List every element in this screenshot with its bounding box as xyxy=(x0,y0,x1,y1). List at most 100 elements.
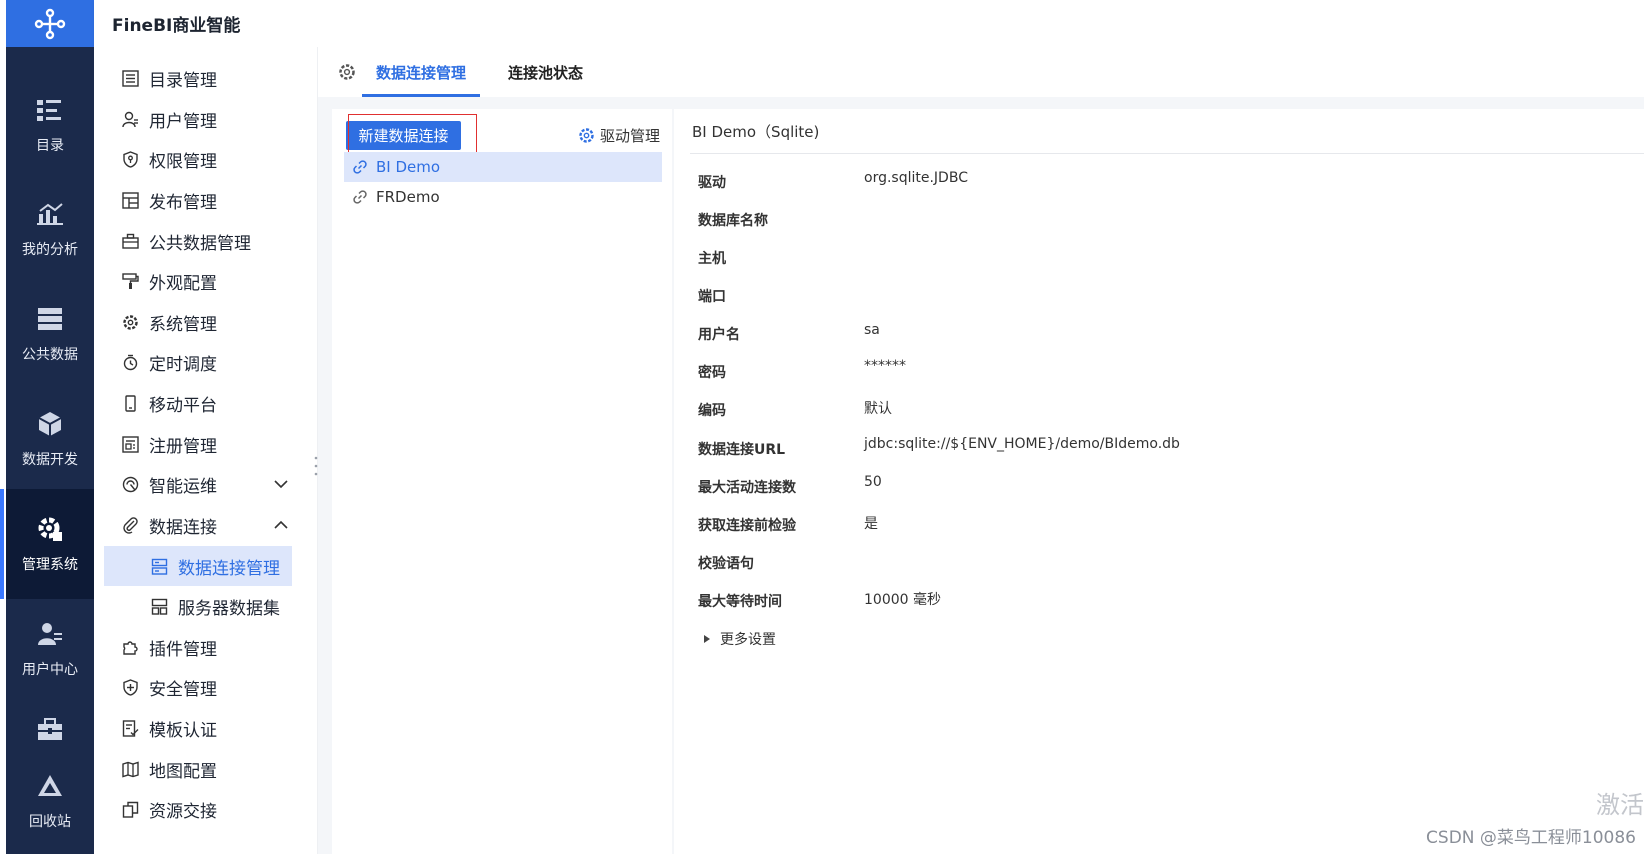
sidebar-item-label: 移动平台 xyxy=(149,395,217,416)
sidebar-item-label: 安全管理 xyxy=(149,679,217,700)
rail-item-recycle[interactable]: 回收站 xyxy=(6,748,94,854)
connection-item-bi-demo[interactable]: BI Demo xyxy=(344,152,662,182)
rail-label: 管理系统 xyxy=(22,557,78,573)
field-value-password: ****** xyxy=(864,358,906,374)
connection-item-frdemo[interactable]: FRDemo xyxy=(344,182,662,212)
gear-icon xyxy=(579,128,594,143)
sidebar-item-ops[interactable]: 智能运维 xyxy=(94,464,318,504)
tab-connection-manage[interactable]: 数据连接管理 xyxy=(362,47,481,97)
top-header: FineBI商业智能 xyxy=(94,0,1644,47)
sidebar-item-security[interactable]: 安全管理 xyxy=(94,667,318,707)
driver-manage-label: 驱动管理 xyxy=(599,127,660,145)
app-logo[interactable] xyxy=(6,0,94,47)
chevron-down-icon[interactable] xyxy=(274,477,288,491)
detail-title: BI Demo（Sqlite) xyxy=(692,123,820,141)
user-center-icon xyxy=(35,619,65,649)
shield-icon xyxy=(120,149,140,169)
sidebar-item-permission[interactable]: 权限管理 xyxy=(94,139,318,179)
register-icon xyxy=(120,434,140,454)
map-icon xyxy=(120,759,140,779)
analysis-icon xyxy=(35,199,65,229)
caret-right-icon xyxy=(704,635,710,643)
catalog-icon xyxy=(35,95,65,125)
rail-item-manage[interactable]: 管理系统 xyxy=(0,489,94,599)
server-icon xyxy=(149,556,169,576)
field-value-max-active: 50 xyxy=(864,474,882,490)
sidebar-item-user-manage[interactable]: 用户管理 xyxy=(94,99,318,139)
brush-icon xyxy=(120,271,140,291)
rail-item-user-center[interactable]: 用户中心 xyxy=(6,594,94,704)
sidebar-item-schedule[interactable]: 定时调度 xyxy=(94,342,318,382)
briefcase-icon xyxy=(120,231,140,251)
sidebar-item-label: 用户管理 xyxy=(149,111,217,132)
rail-label: 公共数据 xyxy=(22,347,78,363)
rail-label: 回收站 xyxy=(29,814,71,830)
field-value-max-wait: 10000 毫秒 xyxy=(864,592,941,608)
handover-icon xyxy=(120,799,140,819)
gear-icon xyxy=(339,64,355,80)
rail-item-catalog[interactable]: 目录 xyxy=(6,70,94,180)
link-icon xyxy=(353,160,367,174)
rail-item-analysis[interactable]: 我的分析 xyxy=(6,174,94,284)
sidebar-item-label: 智能运维 xyxy=(149,476,217,497)
field-value-encoding: 默认 xyxy=(864,401,892,417)
server-dataset-icon xyxy=(149,596,169,616)
more-settings-label: 更多设置 xyxy=(720,632,776,648)
sidebar-item-label: 发布管理 xyxy=(149,192,217,213)
field-label-validation-query: 校验语句 xyxy=(698,556,754,572)
sidebar-subitem-server-dataset[interactable]: 服务器数据集 xyxy=(104,586,292,626)
sidebar-item-publish[interactable]: 发布管理 xyxy=(94,180,318,220)
sidebar-item-public-data-manage[interactable]: 公共数据管理 xyxy=(94,221,318,261)
sidebar-item-label: 数据连接 xyxy=(149,517,217,538)
rail-label: 目录 xyxy=(36,138,64,154)
sidebar-item-appearance[interactable]: 外观配置 xyxy=(94,261,318,301)
divider xyxy=(690,153,1644,154)
sidebar-item-label: 公共数据管理 xyxy=(149,233,251,254)
sidebar-item-template-auth[interactable]: 模板认证 xyxy=(94,708,318,748)
connection-name: BI Demo xyxy=(376,158,441,176)
csdn-watermark: CSDN @菜鸟工程师10086 xyxy=(1426,828,1636,848)
new-connection-button[interactable]: 新建数据连接 xyxy=(346,121,461,150)
list-icon xyxy=(120,68,140,88)
sidebar-item-label: 系统管理 xyxy=(149,314,217,335)
sidebar-item-label: 模板认证 xyxy=(149,720,217,741)
activate-windows-text: 激活 xyxy=(1596,791,1644,819)
sidebar-item-label: 地图配置 xyxy=(149,761,217,782)
rail-item-public-data[interactable]: 公共数据 xyxy=(6,279,94,389)
app-rail: 目录 我的分析 公共数据 数据开发 管理系统 用户中心 回收站 xyxy=(0,0,94,854)
sidebar-item-system[interactable]: 系统管理 xyxy=(94,302,318,342)
template-icon xyxy=(120,718,140,738)
driver-manage-button[interactable]: 驱动管理 xyxy=(578,125,660,146)
publish-icon xyxy=(120,190,140,210)
sidebar-item-register[interactable]: 注册管理 xyxy=(94,424,318,464)
sidebar-subitem-connection-manage[interactable]: 数据连接管理 xyxy=(104,546,292,586)
more-settings-toggle[interactable]: 更多设置 xyxy=(704,629,776,649)
sidebar-item-label: 注册管理 xyxy=(149,436,217,457)
field-label-url: 数据连接URL xyxy=(698,442,786,458)
rail-label: 我的分析 xyxy=(22,242,78,258)
field-label-driver: 驱动 xyxy=(698,175,726,191)
sidebar-item-handover[interactable]: 资源交接 xyxy=(94,789,318,829)
sidebar-item-catalog-manage[interactable]: 目录管理 xyxy=(94,58,318,98)
field-label-max-wait: 最大等待时间 xyxy=(698,594,782,610)
shield-plus-icon xyxy=(120,677,140,697)
sidebar-item-mobile[interactable]: 移动平台 xyxy=(94,383,318,423)
sidebar-item-map[interactable]: 地图配置 xyxy=(94,749,318,789)
tab-pool-status[interactable]: 连接池状态 xyxy=(494,47,597,97)
sidebar-item-label: 外观配置 xyxy=(149,273,217,294)
mobile-icon xyxy=(120,393,140,413)
rail-item-data-dev[interactable]: 数据开发 xyxy=(6,384,94,494)
public-data-icon xyxy=(35,304,65,334)
field-label-port: 端口 xyxy=(698,289,726,305)
sidebar-item-label: 插件管理 xyxy=(149,639,217,660)
field-value-test-before: 是 xyxy=(864,516,878,532)
chevron-up-icon[interactable] xyxy=(274,518,288,532)
sidebar-item-data-connection[interactable]: 数据连接 xyxy=(94,505,318,545)
connection-list-panel: 新建数据连接 驱动管理 BI Demo FRDemo xyxy=(332,109,672,854)
sidebar-item-plugin[interactable]: 插件管理 xyxy=(94,627,318,667)
timer-icon xyxy=(120,352,140,372)
sidebar-item-label: 目录管理 xyxy=(149,70,217,91)
data-dev-icon xyxy=(35,409,65,439)
tab-bar: 数据连接管理 连接池状态 xyxy=(318,47,1644,97)
rail-label: 数据开发 xyxy=(22,452,78,468)
